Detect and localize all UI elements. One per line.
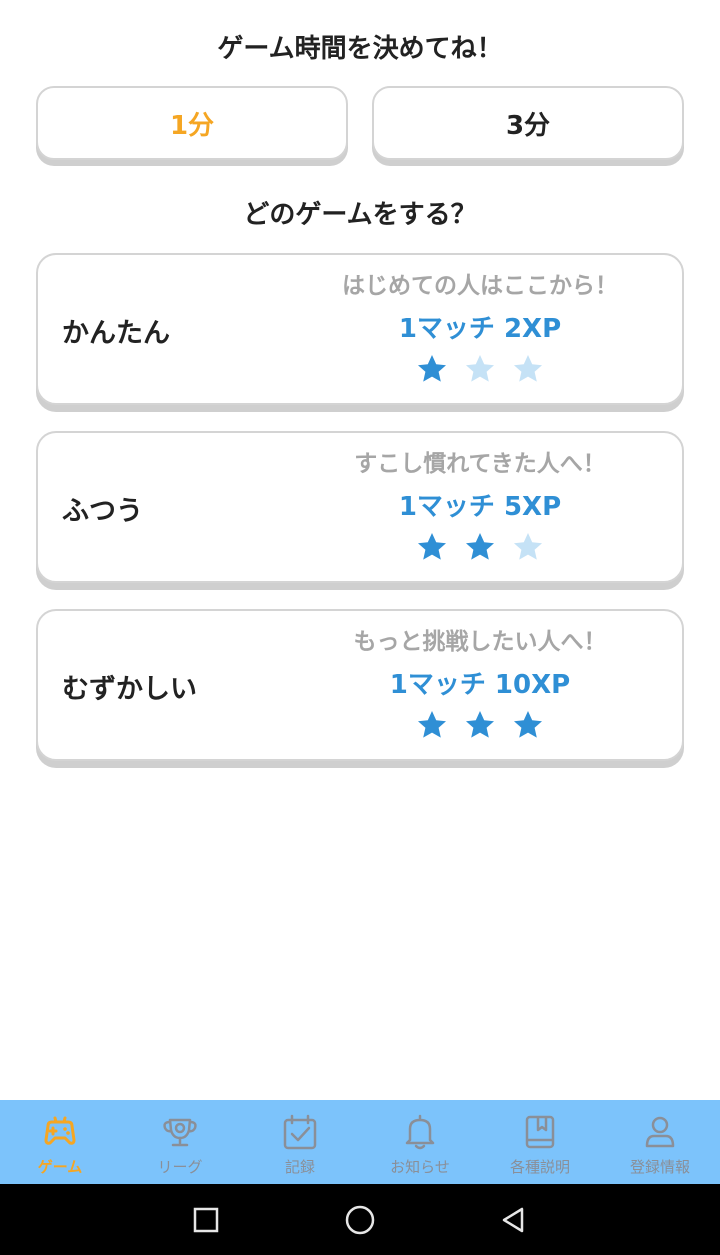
mode-info: すこし慣れてきた人へ！ 1マッチ 5XP — [318, 447, 642, 563]
mode-name: むずかしい — [62, 674, 197, 705]
nav-item-record[interactable]: 記録 — [240, 1100, 360, 1184]
mode-card-easy[interactable]: かんたん はじめての人はここから！ 1マッチ 2XP — [36, 253, 684, 405]
nav-item-guide[interactable]: 各種説明 — [480, 1100, 600, 1184]
time-section-title: ゲーム時間を決めてね！ — [217, 34, 503, 64]
star-filled-icon — [464, 531, 496, 563]
nav-label: 各種説明 — [509, 1158, 570, 1176]
user-icon — [645, 1116, 675, 1148]
gamepad-icon — [44, 1116, 76, 1145]
mode-description: すこし慣れてきた人へ！ — [354, 451, 606, 477]
star-empty-icon — [464, 353, 496, 385]
bell-icon — [405, 1114, 435, 1150]
mode-xp-reward: 1マッチ 10XP — [389, 670, 571, 700]
recent-apps-icon[interactable] — [192, 1206, 220, 1234]
mode-name: ふつう — [62, 496, 143, 527]
mode-xp-reward: 1マッチ 5XP — [398, 492, 562, 522]
star-filled-icon — [464, 709, 496, 741]
mode-card-hard[interactable]: むずかしい もっと挑戦したい人へ！ 1マッチ 10XP — [36, 609, 684, 761]
difficulty-stars — [318, 531, 642, 563]
home-icon[interactable] — [344, 1204, 376, 1236]
nav-item-league[interactable]: リーグ — [120, 1100, 240, 1184]
mode-info: もっと挑戦したい人へ！ 1マッチ 10XP — [318, 625, 642, 741]
mode-description: はじめての人はここから！ — [342, 273, 618, 299]
difficulty-stars — [318, 353, 642, 385]
nav-label: リーグ — [157, 1158, 203, 1176]
difficulty-stars — [318, 709, 642, 741]
trophy-icon — [163, 1118, 197, 1147]
nav-item-notice[interactable]: お知らせ — [360, 1100, 480, 1184]
mode-xp-reward: 1マッチ 2XP — [398, 314, 562, 344]
star-empty-icon — [512, 353, 544, 385]
mode-name: かんたん — [62, 318, 170, 349]
star-empty-icon — [512, 531, 544, 563]
calendar-check-icon — [283, 1114, 317, 1150]
time-1min-button[interactable]: 1分 — [36, 86, 348, 160]
mode-info: はじめての人はここから！ 1マッチ 2XP — [318, 269, 642, 385]
mode-card-normal[interactable]: ふつう すこし慣れてきた人へ！ 1マッチ 5XP — [36, 431, 684, 583]
system-navigation-bar — [0, 1184, 720, 1255]
nav-item-game[interactable]: ゲーム — [0, 1100, 120, 1184]
star-filled-icon — [416, 709, 448, 741]
star-filled-icon — [512, 709, 544, 741]
nav-label: お知らせ — [390, 1158, 450, 1176]
mode-description: もっと挑戦したい人へ！ — [353, 629, 607, 655]
bottom-navigation: ゲーム リーグ 記録 お知らせ 各種説明 登録情報 — [0, 1100, 720, 1184]
time-3min-button[interactable]: 3分 — [372, 86, 684, 160]
star-filled-icon — [416, 531, 448, 563]
book-icon — [525, 1115, 555, 1149]
star-filled-icon — [416, 353, 448, 385]
back-icon[interactable] — [500, 1206, 528, 1234]
nav-item-profile[interactable]: 登録情報 — [600, 1100, 720, 1184]
game-select-screen: ゲーム時間を決めてね！ 1分 3分 どのゲームをする？ かんたん はじめての人は… — [0, 0, 720, 1255]
nav-label: 登録情報 — [629, 1158, 690, 1176]
nav-label: 記録 — [284, 1158, 315, 1176]
nav-label: ゲーム — [37, 1158, 83, 1176]
game-section-title: どのゲームをする？ — [243, 200, 477, 230]
